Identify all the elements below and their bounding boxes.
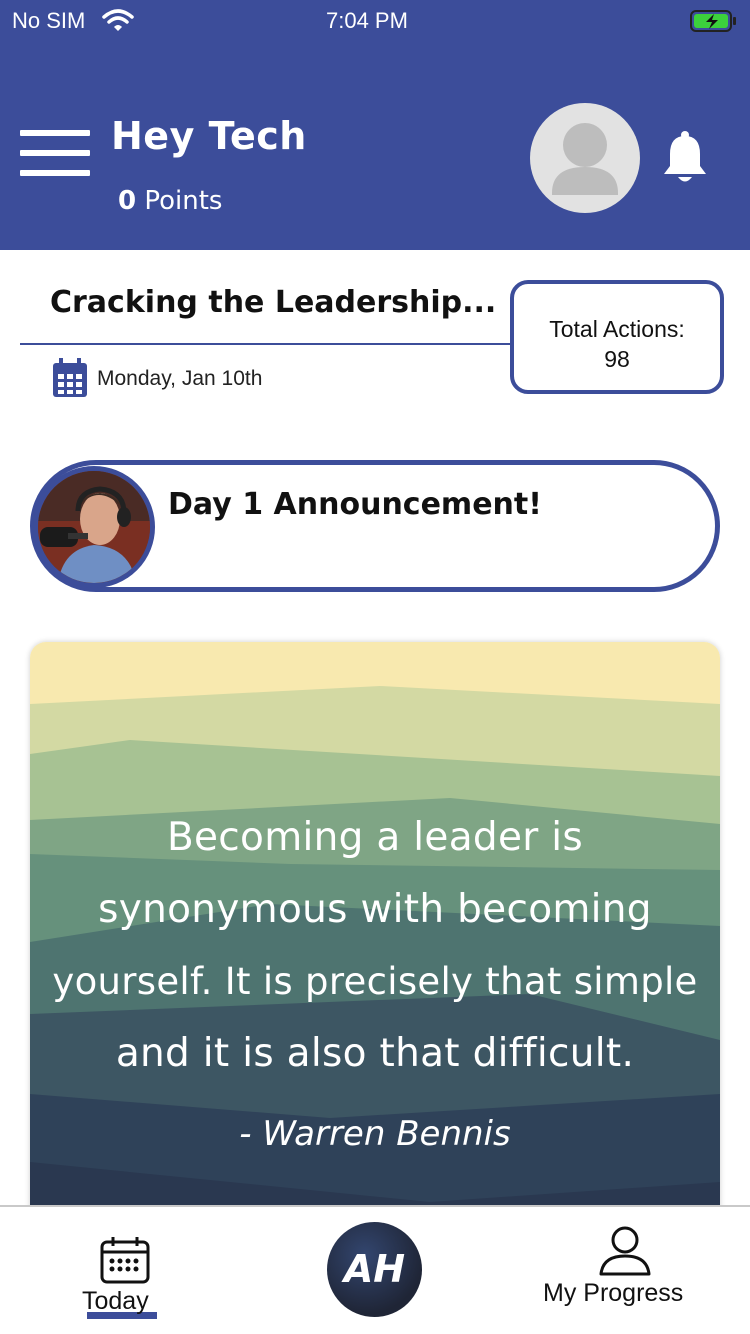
total-actions-box: Total Actions: 98 <box>510 280 724 394</box>
total-actions-value: 98 <box>604 346 630 372</box>
calendar-icon <box>53 358 87 397</box>
status-time: 7:04 PM <box>326 8 408 33</box>
app-header: No SIM 7:04 PM Hey Tech 0 Points <box>0 0 750 250</box>
points-label: Points <box>144 186 223 216</box>
course-date: Monday, Jan 10th <box>97 367 263 390</box>
quote-line: synonymous with becoming <box>98 887 652 932</box>
total-actions-label: Total Actions: <box>549 316 685 342</box>
quote-line: yourself. It is precisely that simple <box>52 960 698 1003</box>
bell-icon[interactable] <box>662 130 708 184</box>
announcement-avatar <box>33 466 155 588</box>
menu-icon[interactable] <box>20 130 90 180</box>
calendar-icon[interactable] <box>100 1236 150 1284</box>
greeting-title: Hey Tech <box>111 114 307 158</box>
person-icon[interactable] <box>598 1226 652 1276</box>
quote-line: Becoming a leader is <box>166 815 584 860</box>
quote-line: and it is also that difficult. <box>115 1031 635 1076</box>
quote-card[interactable]: Becoming a leader is synonymous with bec… <box>30 642 720 1222</box>
wifi-icon <box>102 9 134 31</box>
course-title[interactable]: Cracking the Leadership... <box>50 285 496 320</box>
avatar-icon <box>552 123 618 195</box>
app-logo: AH <box>343 1247 406 1291</box>
quote-author: - Warren Bennis <box>239 1114 511 1154</box>
tab-today[interactable]: Today <box>82 1287 149 1316</box>
home-logo-button[interactable]: AH <box>327 1222 422 1317</box>
battery-icon <box>690 10 736 32</box>
course-divider <box>20 343 510 345</box>
quote-text: Becoming a leader is synonymous with bec… <box>30 802 720 1090</box>
announcement-title: Day 1 Announcement! <box>168 487 542 522</box>
tab-my-progress[interactable]: My Progress <box>543 1279 683 1308</box>
status-carrier: No SIM <box>12 8 86 33</box>
points-value: 0 <box>118 186 137 216</box>
points-display: 0 Points <box>118 186 222 216</box>
avatar[interactable] <box>530 103 640 213</box>
speaker-photo <box>38 471 150 583</box>
